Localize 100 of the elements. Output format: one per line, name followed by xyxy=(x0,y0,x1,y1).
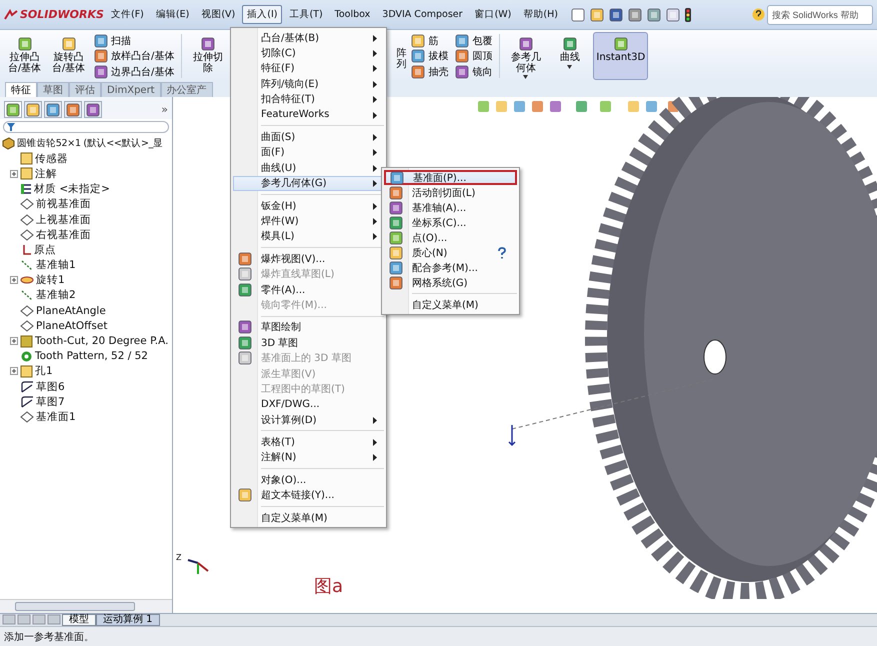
menu-item[interactable]: 插入(I) xyxy=(242,5,282,24)
expand-icon[interactable] xyxy=(10,367,18,376)
menu-item[interactable]: 对象(O)... xyxy=(233,472,384,488)
expand-icon[interactable] xyxy=(10,170,18,178)
tree-item[interactable]: 基准轴1 xyxy=(2,258,170,273)
menu-item[interactable]: Toolbox xyxy=(330,6,376,23)
menu-item[interactable]: 超文本链接(Y)... xyxy=(233,488,384,503)
tree-item[interactable]: 草图6 xyxy=(2,379,170,394)
menu-item[interactable]: 设计算例(D) xyxy=(233,412,384,428)
menu-item[interactable]: 工具(T) xyxy=(284,5,328,24)
tab[interactable]: 评估 xyxy=(69,82,101,97)
expand-icon[interactable] xyxy=(10,337,18,346)
tab[interactable]: 特征 xyxy=(5,82,37,97)
panel-tab[interactable] xyxy=(24,101,42,118)
menu-item[interactable]: 零件(A)... xyxy=(233,282,384,298)
horizontal-scrollbar[interactable] xyxy=(0,599,172,613)
ribbon-button[interactable]: 圆顶 xyxy=(453,48,494,64)
ribbon-button[interactable]: 筋 xyxy=(409,33,450,48)
tree-item[interactable]: 材质 <未指定> xyxy=(2,182,170,197)
menu-item[interactable]: 基准面(P)... xyxy=(384,170,517,185)
tree-item[interactable]: 草图7 xyxy=(2,394,170,410)
ribbon-button[interactable]: 拔模 xyxy=(409,48,450,64)
menu-item[interactable]: 网格系统(G) xyxy=(384,275,517,290)
tab[interactable]: 运动算例 1 xyxy=(96,614,160,626)
tree-item[interactable]: 原点 xyxy=(2,242,170,258)
tree-item[interactable]: PlaneAtAngle xyxy=(2,303,170,318)
menu-item[interactable]: 切除(C) xyxy=(233,45,384,61)
menu-item[interactable]: 窗口(W) xyxy=(470,5,516,24)
menu-item[interactable]: 质心(N) xyxy=(384,245,517,260)
ribbon-button[interactable]: 放样凸台/基体 xyxy=(92,48,176,64)
menu-item[interactable]: 注解(N) xyxy=(233,450,384,466)
ribbon-button[interactable]: 旋转凸台/基体 xyxy=(48,32,89,80)
annotation-icon xyxy=(20,167,33,180)
tree-item[interactable]: 圆锥齿轮52×1 (默认<<默认>_显 xyxy=(2,136,170,152)
menu-item[interactable]: 坐标系(C)... xyxy=(384,215,517,230)
menu-item[interactable]: 曲面(S) xyxy=(233,129,384,145)
tree-item[interactable]: 右视基准面 xyxy=(2,227,170,242)
tree-item[interactable]: 旋转1 xyxy=(2,272,170,288)
expand-icon[interactable] xyxy=(10,276,18,284)
menu-item[interactable]: 编辑(E) xyxy=(150,5,194,24)
menu-item[interactable]: 配合参考(M)... xyxy=(384,260,517,275)
tree-item[interactable]: 基准面1 xyxy=(2,409,170,425)
ribbon-button[interactable]: 镜向 xyxy=(453,64,494,79)
menu-item[interactable]: 3D 草图 xyxy=(233,335,384,350)
ribbon-button[interactable]: 包覆 xyxy=(453,33,494,48)
tree-item[interactable]: 注解 xyxy=(2,166,170,182)
menu-item[interactable]: 模具(L) xyxy=(233,228,384,244)
tree-item[interactable]: 前视基准面 xyxy=(2,196,170,212)
ribbon-button[interactable]: Instant3D xyxy=(593,32,648,80)
menu-item[interactable]: 视图(V) xyxy=(196,5,240,24)
tree-item[interactable]: 孔1 xyxy=(2,364,170,379)
submenu-arrow-icon xyxy=(373,34,377,42)
menu-item[interactable]: DXF/DWG... xyxy=(233,396,384,412)
ribbon-button[interactable]: 边界凸台/基体 xyxy=(92,64,176,79)
ribbon-button[interactable]: 抽壳 xyxy=(409,64,450,79)
filter-field[interactable] xyxy=(3,121,169,133)
tree-item[interactable]: PlaneAtOffset xyxy=(2,318,170,334)
tab[interactable]: 办公室产 xyxy=(160,82,213,97)
menu-item[interactable]: 自定义菜单(M) xyxy=(384,297,517,312)
menu-item[interactable]: 面(F) xyxy=(233,144,384,160)
ribbon-button[interactable]: 拉伸凸台/基体 xyxy=(4,32,45,80)
menu-item[interactable]: 基准轴(A)... xyxy=(384,200,517,215)
panel-tab[interactable] xyxy=(4,101,22,118)
tab[interactable]: 草图 xyxy=(37,82,69,97)
tree-item[interactable]: Tooth Pattern, 52 / 52 xyxy=(2,348,170,364)
menu-item[interactable]: 3DVIA Composer xyxy=(377,6,468,23)
menu-item[interactable]: 表格(T) xyxy=(233,434,384,450)
search-field[interactable]: 搜索 SolidWorks 帮助 xyxy=(767,4,873,24)
tab[interactable]: 模型 xyxy=(62,614,96,626)
menu-item[interactable]: 阵列/镜向(E) xyxy=(233,76,384,92)
ribbon-button[interactable]: 拉伸切除 xyxy=(187,32,228,80)
tree-item[interactable]: Tooth-Cut, 20 Degree P.A. xyxy=(2,333,170,349)
menu-item[interactable]: 焊件(W) xyxy=(233,213,384,229)
ribbon-button[interactable]: 曲线 xyxy=(549,32,590,80)
tree-item[interactable]: 基准轴2 xyxy=(2,288,170,304)
menu-item[interactable]: 特征(F) xyxy=(233,60,384,76)
panel-tab[interactable] xyxy=(84,101,102,118)
menu-item[interactable]: 参考几何体(G) xyxy=(233,176,384,191)
ribbon-button[interactable]: 阵列 xyxy=(396,32,406,80)
panel-tab[interactable] xyxy=(44,101,62,118)
menu-item[interactable]: 点(O)... xyxy=(384,230,517,245)
menu-item[interactable]: 爆炸视图(V)... xyxy=(233,251,384,266)
menu-item[interactable]: 文件(F) xyxy=(106,5,149,24)
menu-item[interactable]: 扣合特征(T) xyxy=(233,92,384,107)
tree-item[interactable]: 传感器 xyxy=(2,151,170,166)
menu-item[interactable]: 活动剖切面(L) xyxy=(384,185,517,200)
feature-icon xyxy=(198,36,217,52)
panel-tab[interactable] xyxy=(64,101,82,118)
menu-item[interactable]: 凸台/基体(B) xyxy=(233,30,384,46)
menu-item[interactable]: 钣金(H) xyxy=(233,198,384,214)
tree-item[interactable]: 上视基准面 xyxy=(2,212,170,228)
menu-item[interactable]: FeatureWorks xyxy=(233,106,384,122)
ribbon-button[interactable]: 参考几何体 xyxy=(505,32,546,80)
menu-item[interactable]: 曲线(U) xyxy=(233,160,384,176)
more-tabs-button[interactable]: » xyxy=(161,103,168,116)
tab[interactable]: DimXpert xyxy=(101,82,161,97)
menu-item[interactable]: 自定义菜单(M) xyxy=(233,510,384,526)
menu-item[interactable]: 草图绘制 xyxy=(233,320,384,336)
ribbon-button[interactable]: 扫描 xyxy=(92,33,176,48)
menu-item[interactable]: 帮助(H) xyxy=(518,5,563,24)
